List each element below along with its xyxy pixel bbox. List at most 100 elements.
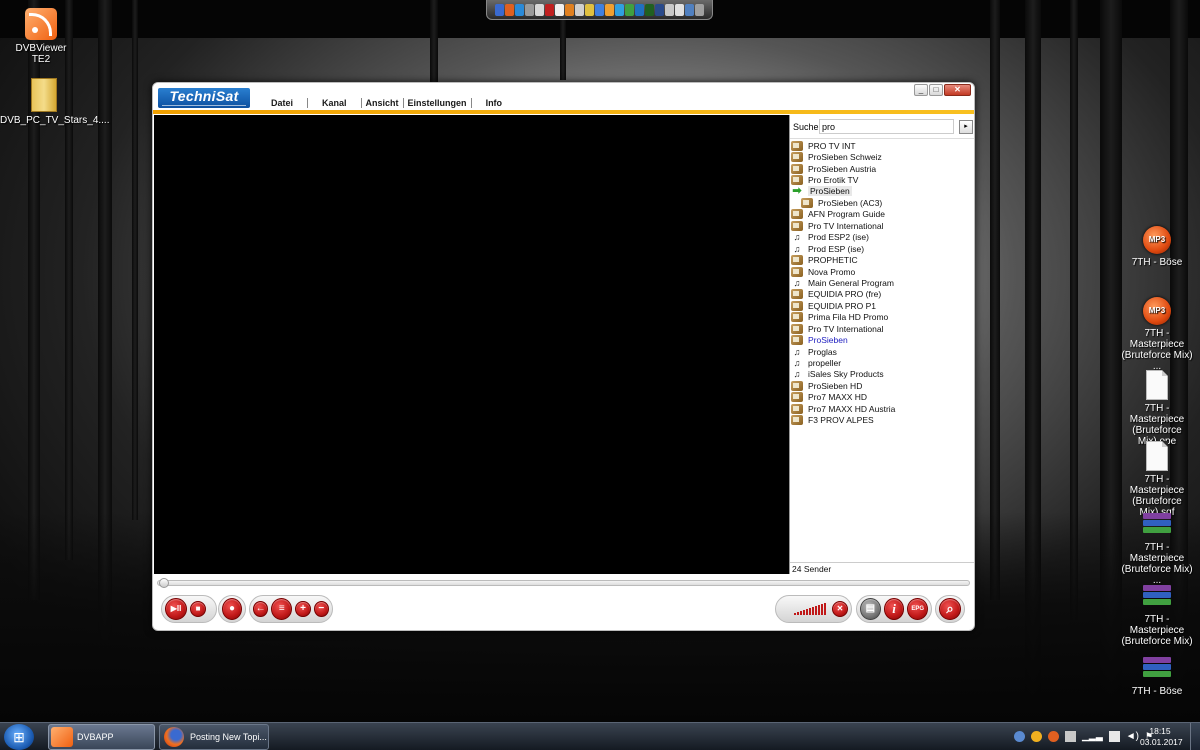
dock-app-icon[interactable]	[625, 3, 634, 16]
channel-list-item[interactable]: Pro TV International	[791, 220, 974, 231]
dock-app-icon[interactable]	[665, 3, 674, 16]
dock-app-icon[interactable]	[565, 3, 574, 16]
dock-app-icon[interactable]	[605, 3, 614, 16]
plus-button[interactable]: +	[295, 601, 311, 617]
signal-icon[interactable]: ▁▂▃	[1082, 731, 1103, 742]
channel-list-item[interactable]: ProSieben	[791, 334, 974, 346]
dock-app-icon[interactable]	[575, 3, 584, 16]
taskbar-item-firefox[interactable]: Posting New Topi...	[159, 724, 269, 750]
channel-list-item[interactable]: Nova Promo	[791, 266, 974, 277]
channel-list-item[interactable]: ♫ Prod ESP2 (ise)	[791, 232, 974, 243]
menu-datei[interactable]: Datei	[257, 98, 309, 108]
menu-ansicht[interactable]: Ansicht	[362, 98, 404, 108]
play-pause-button[interactable]: ▶II	[165, 598, 187, 620]
channel-list-item[interactable]: Prima Fila HD Promo	[791, 312, 974, 323]
dock-app-icon[interactable]	[515, 3, 524, 16]
dock-app-icon[interactable]	[655, 3, 664, 16]
channel-list-item[interactable]: ProSieben (AC3)	[791, 197, 974, 208]
tray-app-icon[interactable]	[1108, 731, 1120, 742]
channel-list-item[interactable]: Pro TV International	[791, 323, 974, 334]
maximize-button[interactable]: □	[929, 84, 943, 96]
dock-app-icon[interactable]	[525, 3, 534, 16]
progress-knob[interactable]	[159, 578, 169, 588]
magnifier-icon[interactable]: ⌕	[939, 598, 961, 620]
timeshift-progress-bar[interactable]	[157, 578, 970, 588]
desktop-icon-folder[interactable]: DVB_PC_TV_Stars_4....	[0, 78, 110, 126]
dock-app-icon[interactable]	[555, 3, 564, 16]
desktop-icon-archive[interactable]: 7TH - Masterpiece (Bruteforce Mix)	[1116, 585, 1198, 647]
dock-app-icon[interactable]	[695, 3, 704, 16]
channel-list-item[interactable]: Pro Erotik TV	[791, 174, 974, 186]
tray-app-icon[interactable]	[1065, 731, 1076, 742]
dock-app-icon[interactable]	[495, 3, 504, 16]
channel-list-item[interactable]: ♫ propeller	[791, 357, 974, 368]
minus-button[interactable]: −	[313, 601, 330, 617]
channel-list-item[interactable]: F3 PROV ALPES	[791, 415, 974, 426]
show-desktop-button[interactable]	[1190, 723, 1200, 750]
taskbar-item-dvbapp[interactable]: DVBAPP	[48, 724, 155, 750]
search-input[interactable]	[819, 119, 954, 134]
tree-trunk	[132, 0, 138, 520]
back-button[interactable]: ←	[253, 601, 269, 617]
channel-list-item[interactable]: PRO TV INT	[791, 140, 974, 151]
info-button[interactable]: i	[883, 598, 905, 620]
menu-einstellungen[interactable]: Einstellungen	[404, 98, 472, 108]
desktop-icon-mp3[interactable]: MP3 7TH - Böse	[1116, 226, 1198, 268]
tray-app-icon[interactable]	[1031, 731, 1042, 742]
channel-list-item[interactable]: ProSieben Austria	[791, 163, 974, 174]
tv-channel-icon	[791, 323, 803, 334]
dock-app-icon[interactable]	[585, 3, 594, 16]
channel-list-item[interactable]: ProSieben Schweiz	[791, 151, 974, 163]
dock-app-icon[interactable]	[545, 3, 554, 16]
search-go-button[interactable]: ▸	[959, 120, 973, 134]
channel-list-item[interactable]: EQUIDIA PRO P1	[791, 300, 974, 311]
dock-app-icon[interactable]	[505, 3, 514, 16]
clock[interactable]: 18:15 03.01.2017	[1140, 726, 1183, 748]
desktop-icon-document[interactable]: 7TH - Masterpiece (Bruteforce Mix).sqf	[1116, 441, 1198, 518]
desktop-icon-document[interactable]: 7TH - Masterpiece (Bruteforce Mix).ope	[1116, 370, 1198, 447]
channel-list-item[interactable]: Pro7 MAXX HD Austria	[791, 403, 974, 414]
channel-list-item[interactable]: PROPHETIC	[791, 254, 974, 266]
record-button[interactable]: ●	[222, 598, 242, 620]
teletext-button[interactable]: ▤	[860, 598, 881, 620]
channel-list-item[interactable]: AFN Program Guide	[791, 209, 974, 220]
dock-app-icon[interactable]	[595, 3, 604, 16]
title-bar[interactable]: TechniSat Datei Kanal Ansicht Einstellun…	[153, 83, 974, 113]
volume-slider[interactable]	[794, 603, 826, 615]
dock-app-icon[interactable]	[675, 3, 684, 16]
menu-info[interactable]: Info	[472, 98, 517, 108]
desktop-icon-archive[interactable]: 7TH - Böse	[1116, 657, 1198, 697]
channel-list-item[interactable]: Pro7 MAXX HD	[791, 392, 974, 403]
desktop-icon-archive[interactable]: 7TH - Masterpiece (Bruteforce Mix) ...	[1116, 513, 1198, 586]
video-display[interactable]	[154, 115, 789, 574]
channel-name: EQUIDIA PRO P1	[808, 300, 877, 311]
channel-list-button[interactable]: ≡	[271, 598, 293, 620]
minimize-button[interactable]: _	[914, 84, 928, 96]
channel-list-item[interactable]: EQUIDIA PRO (fre)	[791, 289, 974, 300]
network-tray-icon[interactable]	[1014, 731, 1025, 742]
dock-app-icon[interactable]	[635, 3, 644, 16]
tray-app-icon[interactable]	[1048, 731, 1059, 742]
channel-list-item[interactable]: ➡ ProSieben	[791, 186, 974, 197]
start-button[interactable]: ⊞	[4, 724, 34, 750]
taskbar: ⊞ DVBAPP Posting New Topi... ▁▂▃ ◄) ⚑ 18…	[0, 722, 1200, 750]
close-button[interactable]: ✕	[944, 84, 971, 96]
desktop-icon-mp3[interactable]: MP3 7TH - Masterpiece (Bruteforce Mix) .…	[1116, 297, 1198, 372]
dock-app-icon[interactable]	[535, 3, 544, 16]
volume-tray-icon[interactable]: ◄)	[1126, 731, 1139, 742]
desktop-icon-dvbviewer[interactable]: DVBViewer TE2	[10, 8, 72, 65]
channel-list-item[interactable]: ♫ Main General Program	[791, 277, 974, 288]
channel-list-item[interactable]: ♫ Prod ESP (ise)	[791, 243, 974, 254]
channel-list-item[interactable]: ♫ Proglas	[791, 346, 974, 357]
channel-list-item[interactable]: ♫ iSales Sky Products	[791, 369, 974, 380]
dock-app-icon[interactable]	[685, 3, 694, 16]
dock-app-icon[interactable]	[645, 3, 654, 16]
system-tray: ▁▂▃ ◄) ⚑	[1014, 731, 1153, 742]
volume-controls: ✕	[775, 595, 852, 623]
channel-list-item[interactable]: ProSieben HD	[791, 380, 974, 391]
menu-kanal[interactable]: Kanal	[308, 98, 362, 108]
mute-button[interactable]: ✕	[832, 601, 848, 617]
epg-button[interactable]: EPG	[907, 598, 929, 620]
stop-button[interactable]: ■	[190, 601, 206, 617]
dock-app-icon[interactable]	[615, 3, 624, 16]
